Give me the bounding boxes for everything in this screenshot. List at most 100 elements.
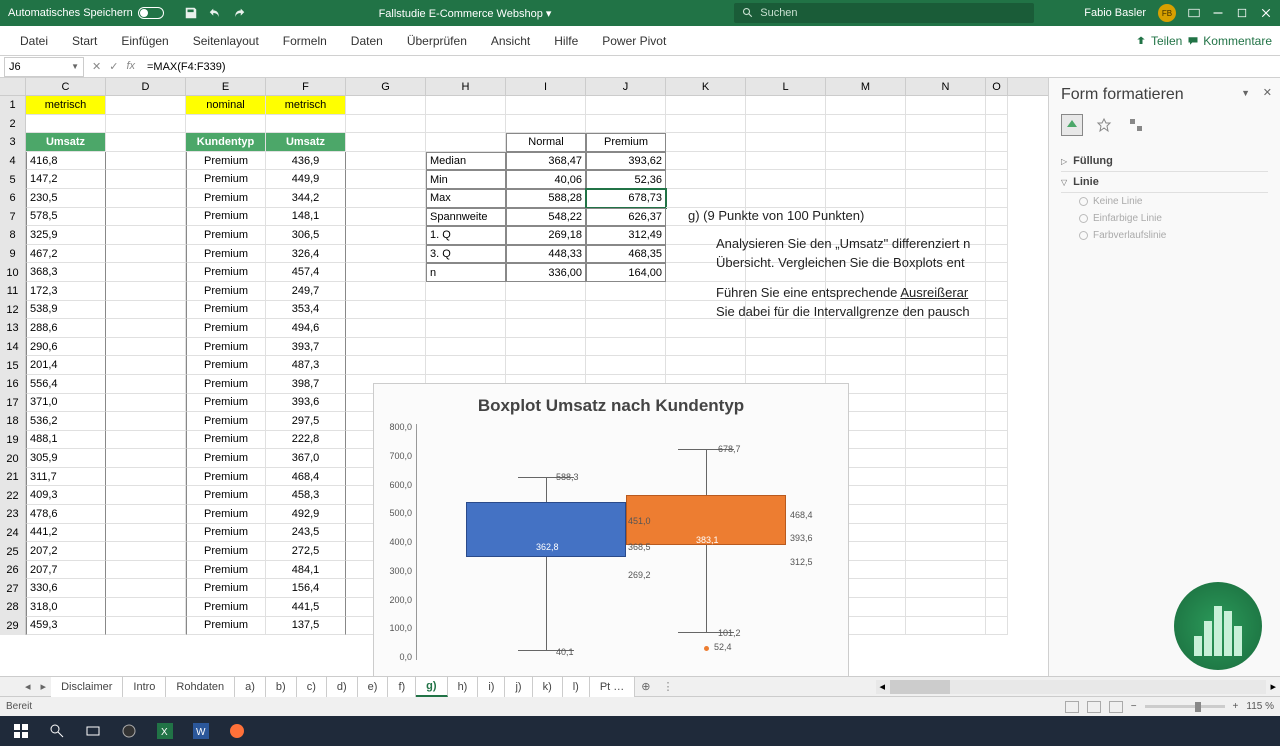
cell[interactable] xyxy=(106,152,186,171)
cell[interactable] xyxy=(106,301,186,320)
cell[interactable] xyxy=(346,263,426,282)
cell[interactable] xyxy=(986,486,1008,505)
cell[interactable] xyxy=(666,189,746,208)
cell[interactable]: Premium xyxy=(186,542,266,561)
row-header[interactable]: 22 xyxy=(0,486,26,505)
cell[interactable] xyxy=(906,561,986,580)
tab-datei[interactable]: Datei xyxy=(8,26,60,56)
ribbon-mode-icon[interactable] xyxy=(1188,7,1200,19)
cell[interactable] xyxy=(346,133,426,152)
col-header-F[interactable]: F xyxy=(266,78,346,95)
cell[interactable]: Spannweite xyxy=(426,208,506,227)
cell[interactable]: 368,3 xyxy=(26,263,106,282)
obs-icon[interactable] xyxy=(112,718,146,744)
enter-icon[interactable]: ✓ xyxy=(109,60,118,73)
cell[interactable]: metrisch xyxy=(266,96,346,115)
cell[interactable]: 336,00 xyxy=(506,263,586,282)
tab-nav-right[interactable]: ▸ xyxy=(36,680,52,693)
sheet-tab[interactable]: d) xyxy=(327,677,358,697)
cell[interactable]: 318,0 xyxy=(26,598,106,617)
row-header[interactable]: 19 xyxy=(0,431,26,450)
row-header[interactable]: 28 xyxy=(0,598,26,617)
task-view-icon[interactable] xyxy=(76,718,110,744)
cell[interactable]: 40,06 xyxy=(506,170,586,189)
cell[interactable] xyxy=(746,133,826,152)
cell[interactable]: 290,6 xyxy=(26,338,106,357)
share-button[interactable]: Teilen xyxy=(1135,34,1182,48)
cell[interactable] xyxy=(426,338,506,357)
cell[interactable]: Premium xyxy=(186,338,266,357)
view-break-icon[interactable] xyxy=(1109,701,1123,713)
cell[interactable] xyxy=(346,208,426,227)
cell[interactable] xyxy=(746,152,826,171)
cell[interactable]: Premium xyxy=(186,505,266,524)
sheet-area[interactable]: CDEFGHIJKLMNO 1metrischnominalmetrisch23… xyxy=(0,78,1048,676)
cell[interactable]: 487,3 xyxy=(266,356,346,375)
cell[interactable] xyxy=(986,356,1008,375)
cell[interactable]: 201,4 xyxy=(26,356,106,375)
cell[interactable] xyxy=(106,356,186,375)
tab-ansicht[interactable]: Ansicht xyxy=(479,26,542,56)
cell[interactable] xyxy=(906,412,986,431)
cell[interactable]: 626,37 xyxy=(586,208,666,227)
cell[interactable]: Premium xyxy=(186,449,266,468)
cell[interactable]: n xyxy=(426,263,506,282)
cell[interactable] xyxy=(986,394,1008,413)
row-header[interactable]: 20 xyxy=(0,449,26,468)
sheet-tab[interactable]: h) xyxy=(448,677,479,697)
cell[interactable] xyxy=(106,115,186,134)
cell[interactable] xyxy=(906,115,986,134)
col-header-I[interactable]: I xyxy=(506,78,586,95)
cell[interactable] xyxy=(506,282,586,301)
cell[interactable] xyxy=(746,115,826,134)
col-header-K[interactable]: K xyxy=(666,78,746,95)
cell[interactable] xyxy=(906,394,986,413)
cell[interactable] xyxy=(346,282,426,301)
cell[interactable] xyxy=(346,245,426,264)
cell[interactable] xyxy=(906,356,986,375)
sheet-tab[interactable]: f) xyxy=(388,677,416,697)
cell[interactable]: 398,7 xyxy=(266,375,346,394)
zoom-out[interactable]: − xyxy=(1131,701,1137,712)
cell[interactable]: Premium xyxy=(186,263,266,282)
sheet-tab[interactable]: l) xyxy=(563,677,590,697)
cell[interactable]: 326,4 xyxy=(266,245,346,264)
zoom-in[interactable]: + xyxy=(1233,701,1239,712)
cell[interactable]: Premium xyxy=(186,561,266,580)
cell[interactable] xyxy=(106,598,186,617)
cell[interactable] xyxy=(346,319,426,338)
cell[interactable] xyxy=(906,338,986,357)
cell[interactable] xyxy=(106,486,186,505)
cell[interactable]: 311,7 xyxy=(26,468,106,487)
cell[interactable] xyxy=(586,301,666,320)
cell[interactable]: 230,5 xyxy=(26,189,106,208)
cell[interactable] xyxy=(906,505,986,524)
pane-options-icon[interactable]: ▼ xyxy=(1241,88,1250,98)
cell[interactable]: Premium xyxy=(186,282,266,301)
cell[interactable] xyxy=(426,282,506,301)
cell[interactable] xyxy=(106,208,186,227)
fx-icon[interactable]: fx xyxy=(126,60,135,73)
formula-input[interactable]: =MAX(F4:F339) xyxy=(143,61,1280,73)
cell[interactable] xyxy=(906,170,986,189)
size-icon[interactable] xyxy=(1125,114,1147,136)
cell[interactable]: 207,2 xyxy=(26,542,106,561)
cell[interactable]: 436,9 xyxy=(266,152,346,171)
tab-formeln[interactable]: Formeln xyxy=(271,26,339,56)
cell[interactable] xyxy=(586,338,666,357)
cell[interactable] xyxy=(346,301,426,320)
col-header-N[interactable]: N xyxy=(906,78,986,95)
cell[interactable]: 548,22 xyxy=(506,208,586,227)
row-header[interactable]: 11 xyxy=(0,282,26,301)
cell[interactable] xyxy=(906,617,986,636)
cell[interactable]: 449,9 xyxy=(266,170,346,189)
cell[interactable]: 678,73 xyxy=(586,189,666,208)
cell[interactable]: Min xyxy=(426,170,506,189)
cell[interactable]: Premium xyxy=(186,208,266,227)
cell[interactable] xyxy=(986,338,1008,357)
line-none[interactable]: Keine Linie xyxy=(1061,193,1268,210)
cell[interactable] xyxy=(986,412,1008,431)
cell[interactable]: 52,36 xyxy=(586,170,666,189)
cell[interactable]: 478,6 xyxy=(26,505,106,524)
cell[interactable]: 416,8 xyxy=(26,152,106,171)
